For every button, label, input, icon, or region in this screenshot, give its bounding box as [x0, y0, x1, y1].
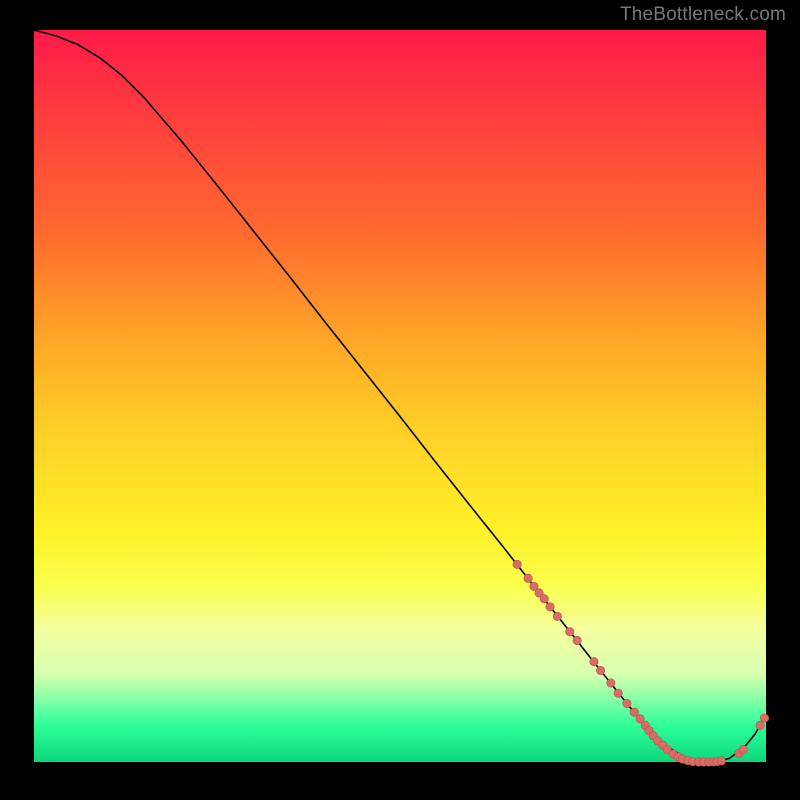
data-point — [760, 714, 768, 722]
data-point — [756, 721, 764, 729]
data-point — [739, 745, 747, 753]
data-point — [546, 603, 554, 611]
attribution-text: TheBottleneck.com — [620, 4, 786, 26]
data-point — [553, 612, 561, 620]
data-point — [623, 699, 631, 707]
data-point — [566, 628, 574, 636]
data-point — [630, 708, 638, 716]
data-point — [513, 560, 521, 568]
curve-line — [34, 30, 766, 762]
data-point — [524, 574, 532, 582]
data-point — [614, 689, 622, 697]
data-point — [607, 679, 615, 687]
data-point — [573, 636, 581, 644]
data-points-group — [513, 560, 769, 766]
data-point — [717, 757, 725, 765]
data-point — [596, 666, 604, 674]
data-point — [590, 658, 598, 666]
data-point — [540, 595, 548, 603]
chart-svg — [34, 30, 766, 762]
